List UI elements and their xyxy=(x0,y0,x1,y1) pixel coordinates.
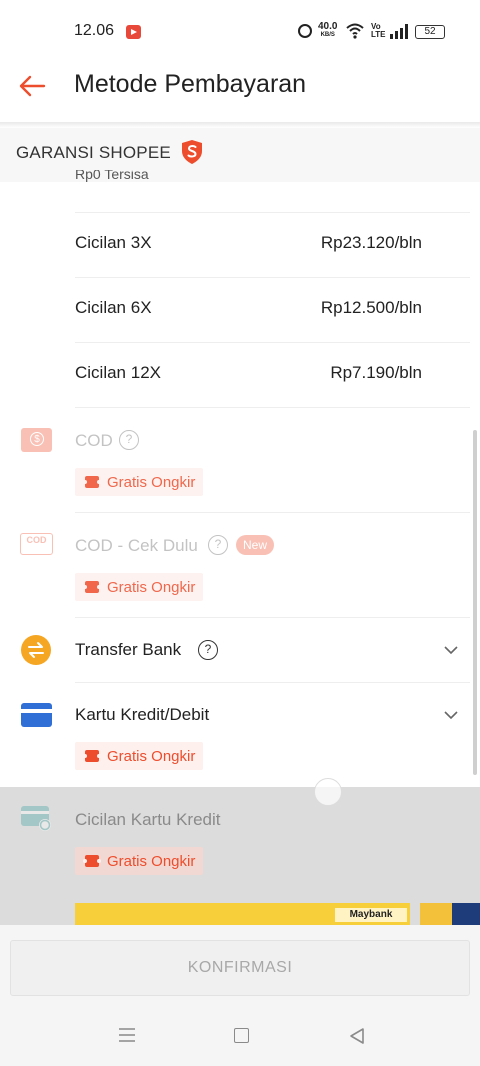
cod-cek-icon-label: COD xyxy=(26,535,47,545)
voucher-icon xyxy=(83,476,101,488)
screen-record-icon xyxy=(126,25,141,39)
badge-label: Gratis Ongkir xyxy=(107,852,196,870)
back-arrow-icon[interactable] xyxy=(16,70,48,102)
touch-indicator xyxy=(314,778,342,806)
signal-icon xyxy=(390,24,408,39)
badge-label: Gratis Ongkir xyxy=(107,578,196,596)
network-speed-unit: KB/S xyxy=(320,32,335,38)
status-time: 12.06 xyxy=(74,22,115,39)
promo-banner-2-edge xyxy=(452,903,480,925)
divider xyxy=(75,512,470,513)
cicilan-12x-price: Rp7.190/bln xyxy=(330,363,422,382)
confirm-button[interactable]: KONFIRMASI xyxy=(10,940,470,996)
cod-cek-label[interactable]: COD - Cek Dulu xyxy=(75,536,198,556)
voucher-icon xyxy=(83,581,101,593)
voucher-icon xyxy=(83,750,101,762)
divider xyxy=(75,617,470,618)
cicilan-kartu-label[interactable]: Cicilan Kartu Kredit xyxy=(75,810,221,830)
gratis-ongkir-badge: Gratis Ongkir xyxy=(75,573,204,601)
cod-cek-icon: COD xyxy=(20,533,53,555)
nav-back-icon[interactable] xyxy=(349,1027,365,1045)
divider xyxy=(75,342,470,343)
scrollbar[interactable] xyxy=(473,430,477,775)
gratis-ongkir-badge: Gratis Ongkir xyxy=(75,847,204,875)
page-title: Metode Pembayaran xyxy=(74,70,307,98)
cicilan-3x-price: Rp23.120/bln xyxy=(320,233,422,252)
cicilan-remaining-label: Rp0 Tersisa xyxy=(75,170,149,182)
kartu-kredit-label[interactable]: Kartu Kredit/Debit xyxy=(75,705,209,725)
recent-apps-icon[interactable] xyxy=(118,1028,136,1042)
divider xyxy=(75,212,470,213)
cicilan-12x-label[interactable]: Cicilan 12X xyxy=(75,363,161,383)
alarm-icon xyxy=(298,24,312,38)
gratis-ongkir-badge: Gratis Ongkir xyxy=(75,468,204,496)
network-speed: 40.0 KB/S xyxy=(318,22,337,40)
help-icon[interactable]: ? xyxy=(208,535,228,555)
new-badge: New xyxy=(236,535,275,555)
divider xyxy=(75,407,470,408)
cicilan-6x-price: Rp12.500/bln xyxy=(320,298,422,317)
garansi-label: GARANSI SHOPEE xyxy=(16,143,171,162)
wifi-icon xyxy=(346,23,364,39)
transfer-bank-label[interactable]: Transfer Bank xyxy=(75,640,181,660)
gratis-ongkir-badge: Gratis Ongkir xyxy=(75,742,204,770)
divider xyxy=(75,682,470,683)
battery-icon: 52 xyxy=(415,25,445,39)
chevron-down-icon[interactable] xyxy=(443,645,459,655)
cod-money-icon: $ xyxy=(21,428,52,452)
credit-card-icon xyxy=(21,703,52,727)
transfer-bank-icon xyxy=(21,635,51,665)
help-icon[interactable]: ? xyxy=(119,430,139,450)
chevron-down-icon[interactable] xyxy=(443,710,459,720)
home-icon[interactable] xyxy=(234,1028,249,1043)
cod-label[interactable]: COD xyxy=(75,431,113,451)
badge-label: Gratis Ongkir xyxy=(107,747,196,765)
cicilan-6x-label[interactable]: Cicilan 6X xyxy=(75,298,152,318)
help-icon[interactable]: ? xyxy=(198,640,218,660)
installment-card-icon xyxy=(21,806,51,831)
voucher-icon xyxy=(83,855,101,867)
divider xyxy=(75,277,470,278)
maybank-logo: Maybank xyxy=(335,908,407,922)
cicilan-3x-label[interactable]: Cicilan 3X xyxy=(75,233,152,253)
volte-indicator: Vo LTE xyxy=(371,22,386,39)
cicilan-remaining-text: Rp0 Tersisa xyxy=(75,170,275,182)
shopee-shield-icon xyxy=(182,140,202,164)
promo-banner[interactable]: Maybank xyxy=(75,903,410,925)
badge-label: Gratis Ongkir xyxy=(107,473,196,491)
